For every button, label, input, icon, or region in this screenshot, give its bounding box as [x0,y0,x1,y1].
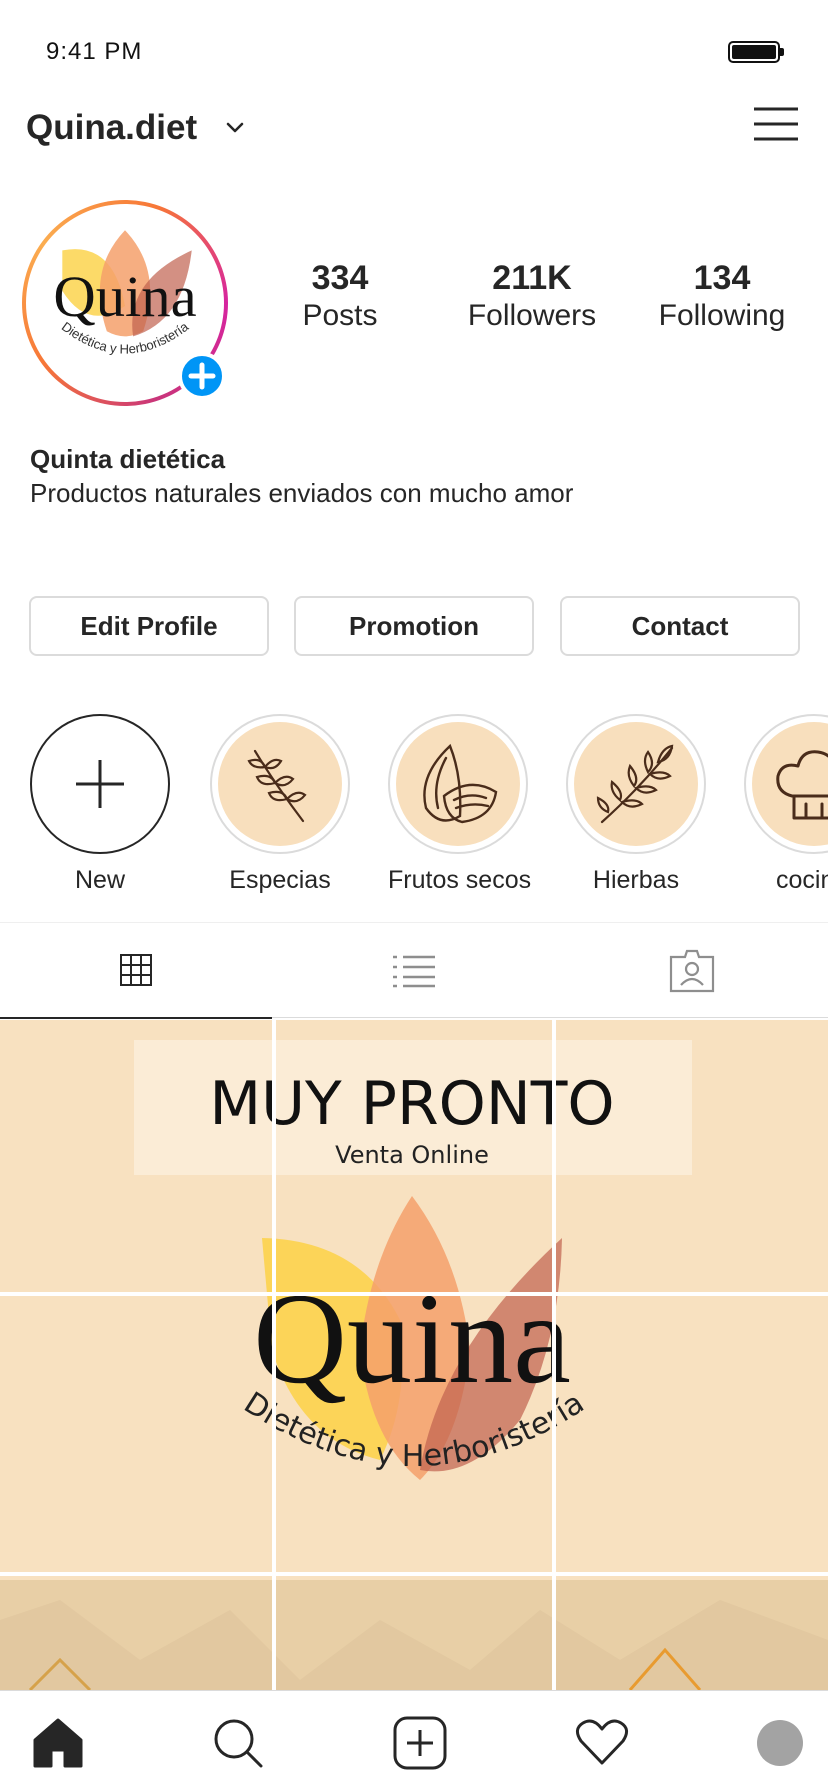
highlight-especias[interactable]: Especias [210,714,350,895]
highlight-cocina-label-clip: cocin [744,866,828,900]
highlight-label: New [74,866,125,894]
plus-icon [76,760,124,808]
tab-tagged[interactable] [556,923,828,1019]
tagged-person-icon [669,949,715,993]
stat-following-count: 134 [693,259,751,297]
promotion-button[interactable]: Promotion [294,596,534,656]
nav-profile[interactable] [750,1713,810,1773]
stat-followers[interactable]: 211K Followers [442,258,622,334]
bottom-nav [0,1690,828,1792]
highlight-label: Hierbas [592,866,680,894]
add-story-button[interactable] [178,352,226,400]
chef-hat-icon [776,750,828,820]
tab-grid[interactable] [0,923,272,1019]
almond-icon [423,743,498,824]
stat-posts-count: 334 [311,259,369,297]
posts-grid: MUY PRONTO Venta Online Quina Dietética … [0,1020,828,1690]
profile-avatar-icon [757,1720,803,1766]
contact-button[interactable]: Contact [560,596,800,656]
battery-icon [728,41,784,63]
highlight-label: Frutos secos [388,866,532,894]
chevron-down-icon[interactable] [222,114,248,140]
status-bar: 9:41 PM [0,0,828,100]
poster-logo-text: Quina [253,1267,571,1411]
nav-home[interactable] [28,1713,88,1773]
wheat-icon [247,749,307,823]
edit-profile-button[interactable]: Edit Profile [29,596,269,656]
profile-tabs [0,922,828,1019]
profile-avatar[interactable]: Quina Dietética y Herboristería [22,200,228,406]
profile-header: Quina.diet [0,100,828,180]
stat-following-label: Following [658,299,786,332]
tab-list[interactable] [278,923,550,1019]
stat-posts-label: Posts [302,299,378,332]
status-time: 9:41 PM [46,38,143,65]
home-icon [33,1718,83,1768]
poster-muy-pronto[interactable]: MUY PRONTO Venta Online Quina Dietética … [0,1020,828,1690]
avatar-logo-text: Quina [53,264,196,329]
nav-new-post[interactable] [390,1713,450,1773]
plus-icon [188,362,216,390]
highlight-cocina[interactable] [744,714,828,854]
nav-search[interactable] [208,1713,268,1773]
stat-followers-count: 211K [492,259,572,297]
bio-text: Productos naturales enviados con mucho a… [30,478,574,508]
highlight-hierbas[interactable]: Hierbas [566,714,706,895]
search-icon [214,1719,263,1768]
stat-following[interactable]: 134 Following [632,258,812,334]
grid-icon [120,954,152,986]
bio-name: Quinta dietética [30,444,226,474]
highlight-frutos-secos[interactable]: Frutos secos [388,714,532,895]
add-post-icon [393,1716,447,1770]
stat-followers-label: Followers [467,299,597,332]
highlight-label: Especias [229,866,331,894]
highlight-cocina-clip [744,714,828,854]
highlight-new[interactable]: New [30,714,170,895]
username-switcher[interactable]: Quina.diet [26,108,197,148]
menu-icon[interactable] [752,104,800,144]
stat-posts[interactable]: 334 Posts [250,258,430,334]
list-icon [393,955,435,988]
highlight-label: cocin [776,866,828,894]
poster-subtitle: Venta Online [335,1141,489,1169]
nav-activity[interactable] [572,1713,632,1773]
herb-branch-icon [596,744,674,824]
heart-icon [576,1719,628,1765]
